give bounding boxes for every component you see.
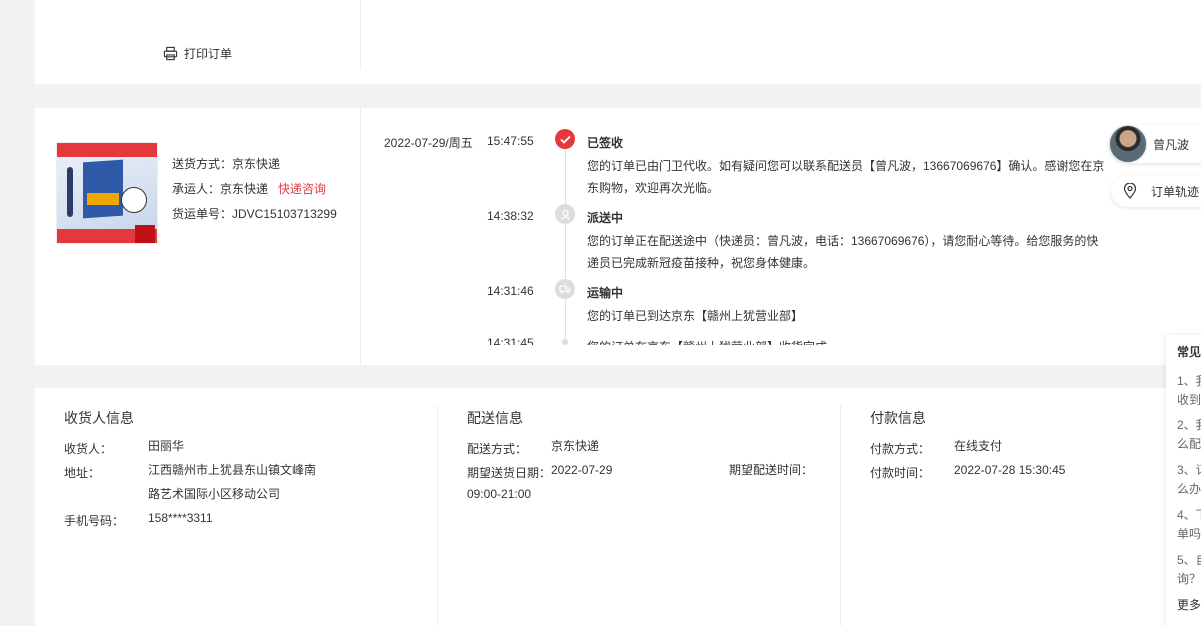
event-time: 14:31:45 (487, 336, 534, 345)
location-pin-icon (1123, 183, 1137, 199)
print-order-button[interactable]: 打印订单 (163, 45, 232, 62)
faq-panel[interactable]: 常见 1、我 收到 2、我 么配 3、订 么办 4、下 单吗 5、自 询？ 更多 (1166, 335, 1201, 626)
timeline-line (565, 142, 566, 345)
payment-time: 2022-07-28 15:30:45 (954, 463, 1066, 477)
payment-method-label: 付款方式： (870, 442, 931, 456)
faq-item[interactable]: 5、自 (1177, 551, 1201, 570)
divider (360, 0, 361, 70)
carrier-value: 京东快递 (220, 182, 269, 196)
phone-label: 手机号码： (64, 514, 125, 528)
tracking-timeline[interactable]: 2022-07-29/周五 15:47:55 已签收 您的订单已由门卫代收。如有… (360, 108, 1150, 345)
faq-item[interactable]: 收到 (1177, 391, 1201, 410)
faq-item[interactable]: 1、我 (1177, 372, 1201, 391)
faq-item[interactable]: 单吗 (1177, 525, 1201, 544)
receiver-name: 田丽华 (148, 439, 185, 453)
product-thumbnail[interactable] (56, 142, 158, 244)
carrier-row: 承运人： 京东快递 快递咨询 (172, 177, 337, 202)
receiver-name-label: 收货人： (64, 442, 113, 456)
phone-number: 158****3311 (148, 511, 213, 525)
event-time: 14:31:46 (487, 284, 534, 298)
faq-title: 常见 (1177, 345, 1201, 359)
receiver-heading: 收货人信息 (64, 410, 134, 426)
faq-more-link[interactable]: 更多 (1177, 596, 1201, 615)
payment-heading: 付款信息 (870, 410, 926, 426)
express-consult-link[interactable]: 快递咨询 (278, 177, 326, 202)
waybill-number: JDVC15103713299 (232, 207, 337, 221)
event-time: 14:38:32 (487, 209, 534, 223)
waybill-row: 货运单号： JDVC15103713299 (172, 202, 337, 227)
delivery-date: 2022-07-29 (551, 463, 613, 477)
receiver-info: 收货人信息 收货人： 田丽华 地址： 江西赣州市上犹县东山镇文峰南 路艺术国际小… (35, 388, 437, 626)
courier-name: 曾凡波 (1153, 137, 1190, 152)
order-info-panel: 收货人信息 收货人： 田丽华 地址： 江西赣州市上犹县东山镇文峰南 路艺术国际小… (35, 388, 1166, 626)
address-line-2: 路艺术国际小区移动公司 (148, 487, 281, 501)
payment-info: 付款信息 付款方式： 在线支付 付款时间： 2022-07-28 15:30:4… (841, 388, 1166, 626)
payment-time-label: 付款时间： (870, 466, 931, 480)
order-trace-button[interactable]: 订单轨迹 (1111, 175, 1201, 207)
delivery-date-label: 期望送货日期： (467, 466, 552, 480)
event-status: 派送中 (587, 211, 624, 225)
faq-item[interactable]: 么办 (1177, 480, 1201, 499)
payment-method: 在线支付 (954, 439, 1003, 453)
delivery-heading: 配送信息 (467, 410, 523, 426)
address-line-1: 江西赣州市上犹县东山镇文峰南 (148, 463, 317, 477)
faq-item[interactable]: 4、下 (1177, 506, 1201, 525)
event-status: 运输中 (587, 286, 624, 300)
courier-card[interactable]: 曾凡波 (1109, 125, 1201, 163)
timeline-dot (562, 339, 568, 345)
event-description: 您的订单正在配送途中（快递员：曾凡波，电话：13667069676），请您耐心等… (587, 234, 1099, 270)
shipment-panel: 送货方式： 京东快递 承运人： 京东快递 快递咨询 货运单号： JDVC1510… (35, 108, 1201, 365)
event-time: 15:47:55 (487, 134, 534, 148)
shipping-method-row: 送货方式： 京东快递 (172, 152, 337, 177)
print-order-label: 打印订单 (184, 47, 233, 61)
order-actions-panel: 打印订单 (35, 0, 1201, 84)
shipment-info: 送货方式： 京东快递 承运人： 京东快递 快递咨询 货运单号： JDVC1510… (172, 152, 337, 227)
shipping-method-value: 京东快递 (232, 157, 281, 171)
address-label: 地址： (64, 466, 101, 480)
faq-item[interactable]: 么配 (1177, 435, 1201, 454)
delivery-time-label: 期望配送时间： (729, 463, 814, 477)
faq-item[interactable]: 3、订 (1177, 461, 1201, 480)
event-description: 您的订单已到达京东【赣州上犹营业部】 (587, 309, 804, 323)
delivery-method: 京东快递 (551, 439, 600, 453)
waybill-label: 货运单号： (172, 207, 233, 221)
torn-edge-divider (35, 80, 1201, 88)
shipping-method-label: 送货方式： (172, 157, 233, 171)
printer-icon (163, 46, 178, 61)
carrier-label: 承运人： (172, 182, 221, 196)
event-date: 2022-07-29/周五 (384, 136, 473, 150)
event-description: 您的订单已由门卫代收。如有疑问您可以联系配送员【曾凡波，13667069676】… (587, 159, 1105, 195)
order-trace-label: 订单轨迹 (1151, 184, 1200, 199)
faq-item[interactable]: 2、我 (1177, 416, 1201, 435)
delivery-method-label: 配送方式： (467, 442, 528, 456)
check-icon (555, 129, 575, 149)
delivery-hours: 09:00-21:00 (467, 487, 532, 501)
faq-item[interactable]: 询？ (1177, 570, 1201, 589)
delivery-info: 配送信息 配送方式： 京东快递 期望送货日期： 2022-07-29 期望配送时… (438, 388, 840, 626)
courier-avatar (1109, 125, 1147, 163)
truck-icon (555, 279, 575, 299)
event-description: 您的订单在京东【赣州上犹营业部】收货完成 (587, 336, 1107, 345)
event-status: 已签收 (587, 136, 624, 150)
courier-icon (555, 204, 575, 224)
